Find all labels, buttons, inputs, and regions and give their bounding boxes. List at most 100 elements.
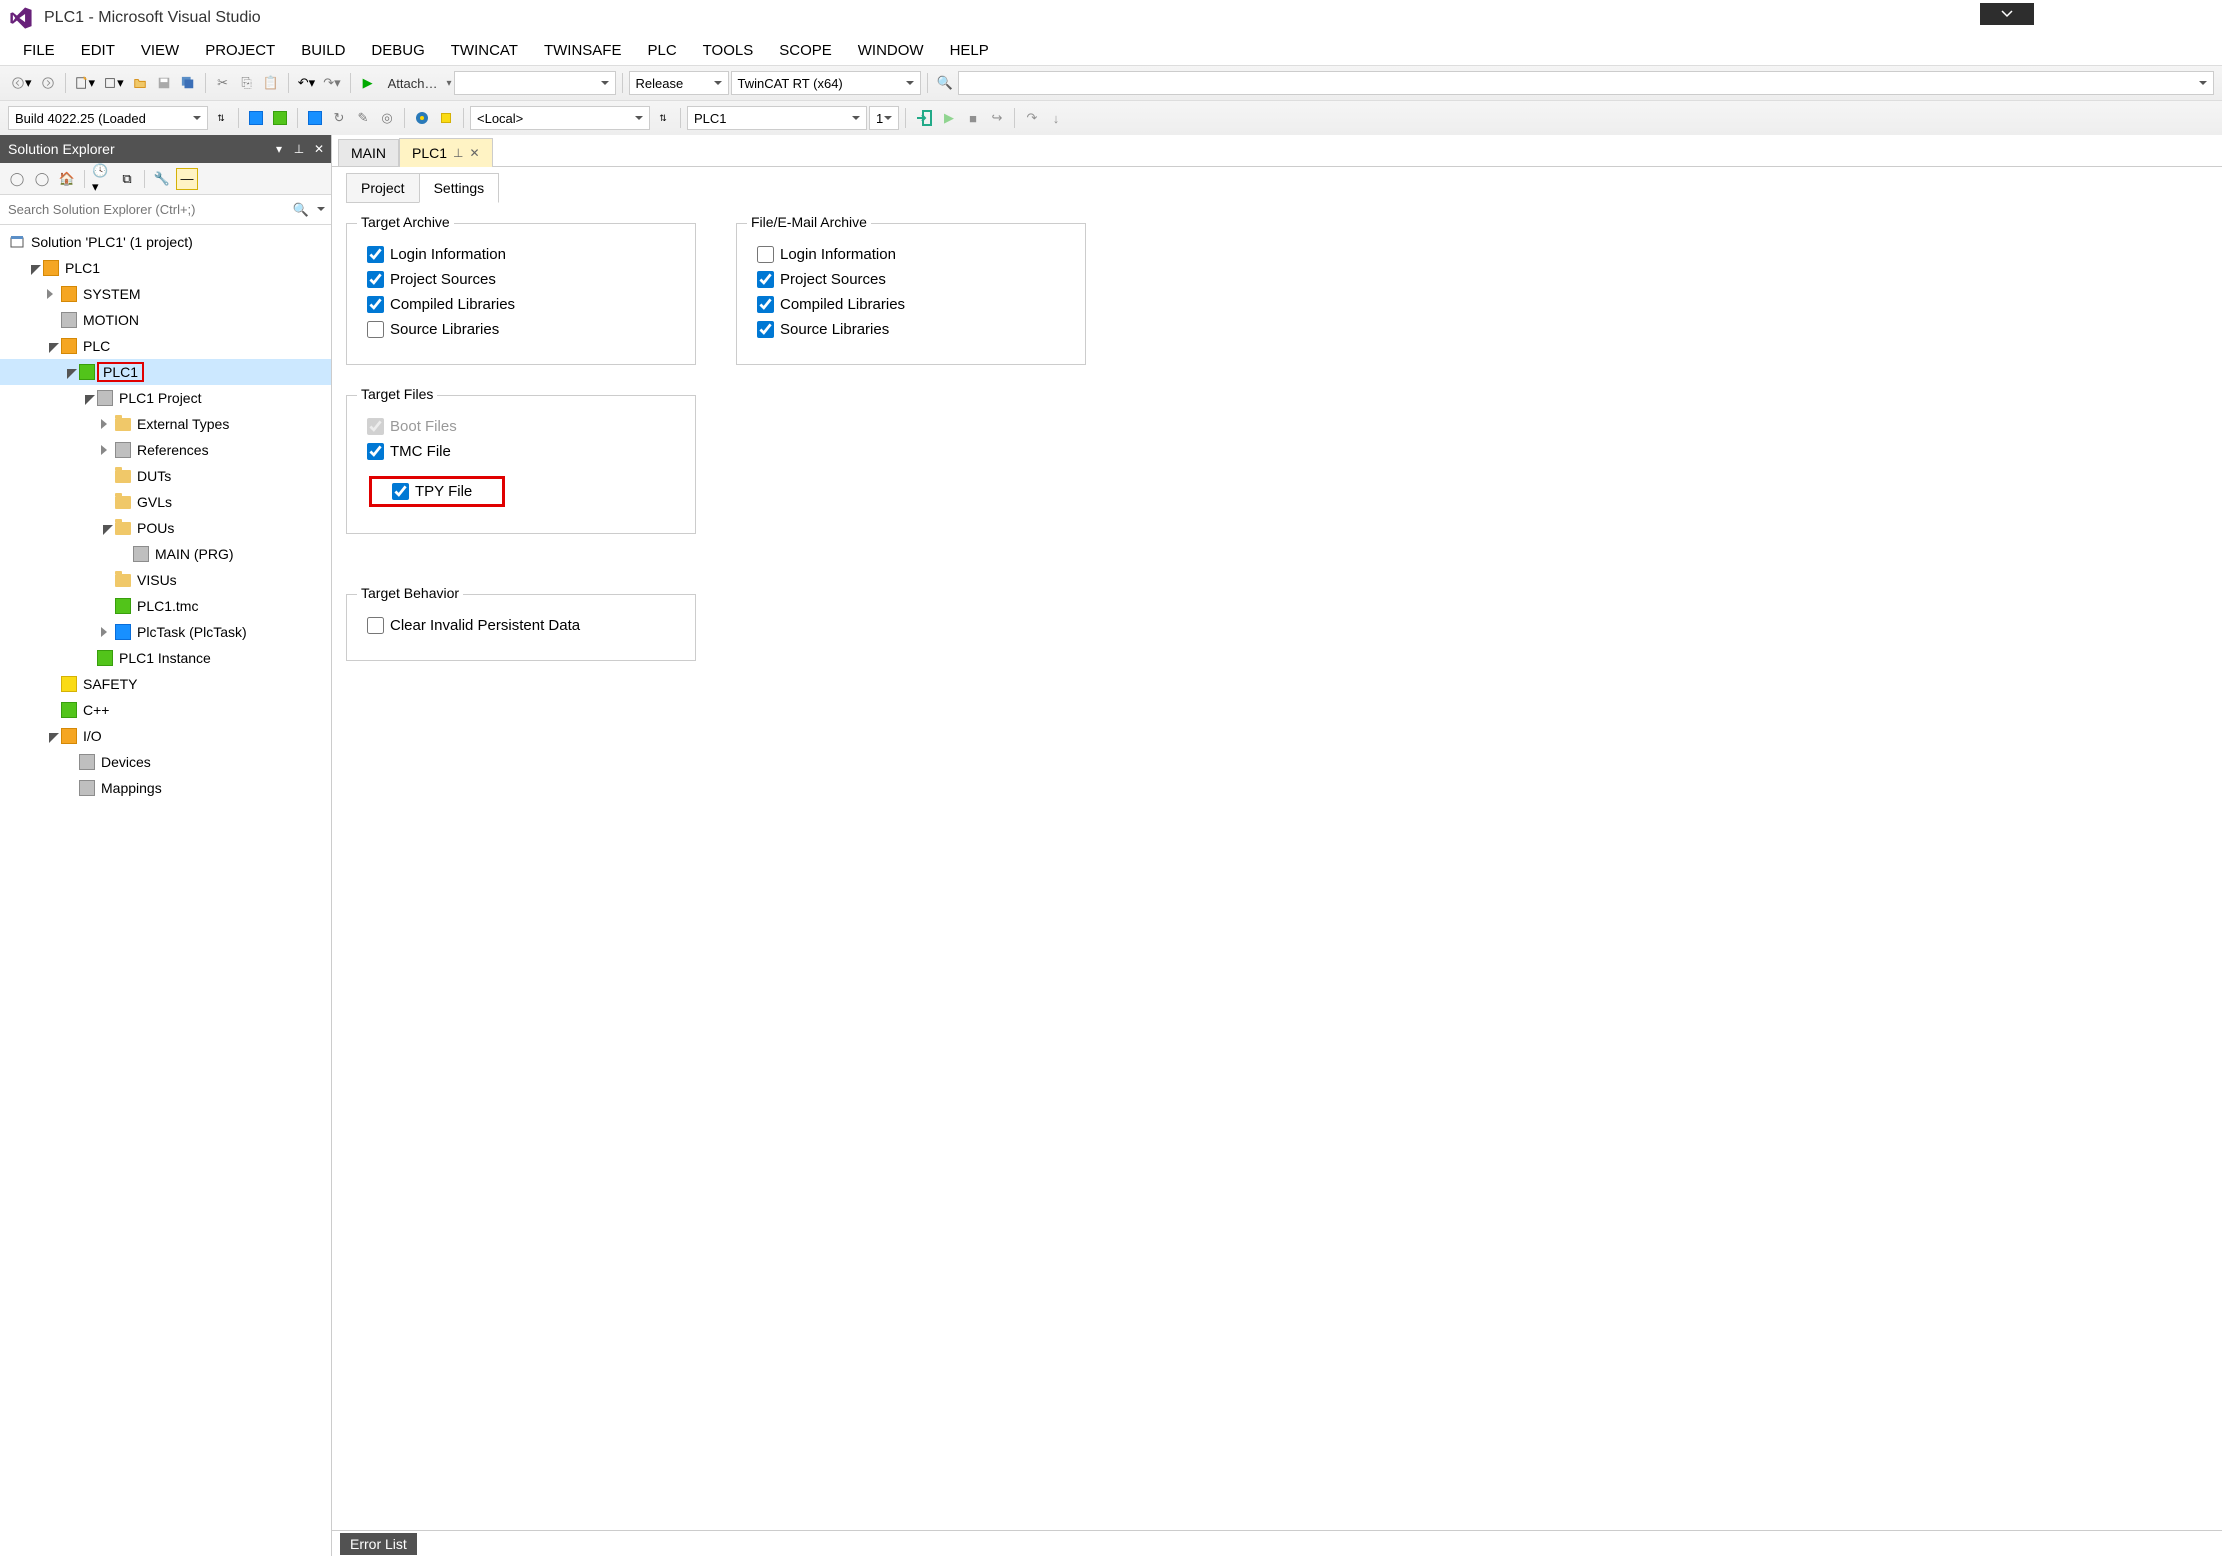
tree-item[interactable]: PLC [0,333,331,359]
attach-target-dropdown[interactable] [454,71,616,95]
tc-restart-button[interactable] [269,107,291,129]
sub-tab-project[interactable]: Project [346,173,420,203]
target-dropdown[interactable]: <Local> [470,106,650,130]
login-button[interactable] [912,107,936,129]
find-button[interactable]: 🔍 [934,72,956,94]
checkbox[interactable] [367,443,384,460]
step-button-1[interactable]: ↷ [1021,107,1043,129]
checkbox[interactable] [392,483,409,500]
tree-arrow-icon[interactable] [80,390,96,406]
se-properties-button[interactable]: 🔧 [151,168,173,190]
find-dropdown[interactable] [958,71,2214,95]
open-file-button[interactable] [129,72,151,94]
tree-item[interactable]: PLC1 [0,359,331,385]
tree-item[interactable]: External Types [0,411,331,437]
tree-item[interactable]: PLC1.tmc [0,593,331,619]
tree-item[interactable]: I/O [0,723,331,749]
tree-item[interactable]: SYSTEM [0,281,331,307]
tab-plc1[interactable]: PLC1 ⊥ ✕ [399,138,493,167]
redo-button[interactable]: ↷▾ [320,72,343,94]
tree-item[interactable]: PLC1 [0,255,331,281]
tc-toggle-button[interactable] [435,107,457,129]
menu-debug[interactable]: DEBUG [358,35,437,65]
menu-window[interactable]: WINDOW [845,35,937,65]
menu-twinsafe[interactable]: TWINSAFE [531,35,635,65]
tree-item[interactable]: DUTs [0,463,331,489]
save-button[interactable] [153,72,175,94]
close-icon[interactable]: ✕ [311,141,327,157]
menu-help[interactable]: HELP [937,35,1002,65]
tab-main[interactable]: MAIN [338,139,399,166]
tree-item[interactable]: PLC1 Instance [0,645,331,671]
search-input[interactable] [0,195,331,224]
logout-button[interactable]: ↪ [986,107,1008,129]
tree-arrow-icon[interactable] [26,260,42,276]
checkbox[interactable] [757,296,774,313]
error-list-tab[interactable]: Error List [340,1533,417,1555]
tree-item[interactable]: MAIN (PRG) [0,541,331,567]
checkbox[interactable] [367,271,384,288]
cut-button[interactable]: ✂ [212,72,234,94]
pin-icon[interactable]: ⊥ [291,141,307,157]
tree-arrow-icon[interactable] [44,286,60,302]
tree-arrow-icon[interactable] [98,416,114,432]
paste-button[interactable]: 📋 [260,72,282,94]
tree-item[interactable]: PlcTask (PlcTask) [0,619,331,645]
config-dropdown[interactable]: Release [629,71,729,95]
checkbox[interactable] [367,617,384,634]
tree-item[interactable]: SAFETY [0,671,331,697]
tree-item[interactable]: Devices [0,749,331,775]
tab-pin-icon[interactable]: ⊥ [453,146,463,160]
copy-button[interactable]: ⎘ [236,72,258,94]
build-version-dropdown[interactable]: Build 4022.25 (Loaded [8,106,208,130]
start-button[interactable]: ▶ [357,72,379,94]
nav-back-button[interactable]: ▾ [8,72,35,94]
se-refresh-button[interactable]: 🕓▾ [91,168,113,190]
se-nav-fwd[interactable]: ◯ [31,168,53,190]
tree-solution-root[interactable]: Solution 'PLC1' (1 project) [0,229,331,255]
search-icon[interactable]: 🔍 [293,202,309,218]
project-dropdown[interactable]: PLC1 [687,106,867,130]
platform-dropdown[interactable]: TwinCAT RT (x64) [731,71,921,95]
checkbox[interactable] [367,246,384,263]
tc-btn-1[interactable]: ⇅ [210,107,232,129]
tc-btn-2[interactable] [304,107,326,129]
checkbox[interactable] [757,321,774,338]
panel-dropdown-icon[interactable]: ▾ [271,141,287,157]
tc-btn-3[interactable]: ✎ [352,107,374,129]
tree-item[interactable]: Mappings [0,775,331,801]
save-all-button[interactable] [177,72,199,94]
checkbox[interactable] [757,271,774,288]
instance-dropdown[interactable]: 1 [869,106,899,130]
menu-view[interactable]: VIEW [128,35,192,65]
tree-item[interactable]: POUs [0,515,331,541]
menu-twincat[interactable]: TWINCAT [438,35,531,65]
menu-file[interactable]: FILE [10,35,68,65]
tc-btn-4[interactable]: ◎ [376,107,398,129]
se-nav-back[interactable]: ◯ [6,168,28,190]
tc-btn-5[interactable]: ⇅ [652,107,674,129]
new-file-button[interactable]: ▾ [100,72,127,94]
menu-tools[interactable]: TOOLS [690,35,767,65]
title-dropdown[interactable] [1980,3,2034,25]
tree-item[interactable]: VISUs [0,567,331,593]
tree-arrow-icon[interactable] [62,364,78,380]
tree-arrow-icon[interactable] [98,520,114,536]
menu-project[interactable]: PROJECT [192,35,288,65]
se-home-button[interactable]: 🏠 [56,168,78,190]
stop-plc-button[interactable]: ■ [962,107,984,129]
tree-arrow-icon[interactable] [44,338,60,354]
tree-item[interactable]: C++ [0,697,331,723]
tree-item[interactable]: MOTION [0,307,331,333]
tc-scan-button[interactable] [411,107,433,129]
se-preview-button[interactable]: — [176,168,198,190]
tree-item[interactable]: References [0,437,331,463]
step-button-2[interactable]: ↓ [1045,107,1067,129]
tc-activate-button[interactable] [245,107,267,129]
nav-forward-button[interactable] [37,72,59,94]
menu-scope[interactable]: SCOPE [766,35,845,65]
tab-close-icon[interactable]: ✕ [469,146,479,160]
checkbox[interactable] [757,246,774,263]
search-dropdown-icon[interactable] [317,207,325,215]
tc-reload-button[interactable]: ↻ [328,107,350,129]
